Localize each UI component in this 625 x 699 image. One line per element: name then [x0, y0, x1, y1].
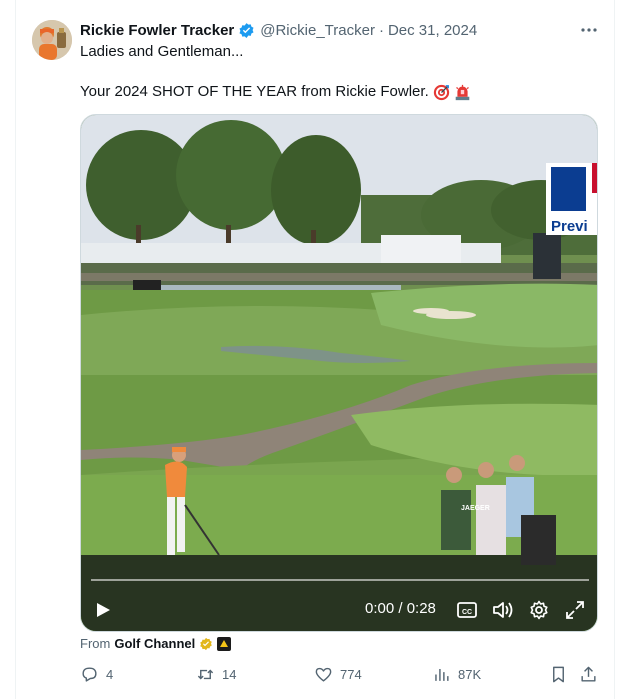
card-border-right — [614, 0, 615, 699]
source-prefix: From — [80, 636, 111, 651]
like-count: 774 — [340, 667, 362, 682]
siren-emoji-icon — [454, 84, 471, 101]
tweet-text-line-2-label: Your 2024 SHOT OF THE YEAR from Rickie F… — [80, 83, 429, 100]
reply-button[interactable]: 4 — [80, 665, 113, 684]
settings-button[interactable] — [527, 598, 551, 622]
fullscreen-button[interactable] — [563, 598, 587, 622]
share-icon — [581, 666, 596, 682]
share-button[interactable] — [579, 665, 605, 684]
header-separator: · — [378, 21, 384, 39]
video-source: From Golf Channel — [80, 636, 232, 651]
bookmark-icon — [553, 666, 564, 683]
tweet-text-line-1: Ladies and Gentleman... — [80, 43, 244, 60]
play-button[interactable] — [91, 598, 115, 622]
analytics-icon — [435, 668, 449, 681]
video-time: 0:00 / 0:28 — [365, 600, 436, 617]
author-name[interactable]: Rickie Fowler Tracker — [80, 22, 234, 39]
captions-icon: CC — [457, 602, 477, 618]
reply-count: 4 — [106, 667, 114, 682]
reply-icon — [82, 667, 97, 682]
bookmark-button[interactable] — [549, 665, 575, 684]
heart-icon — [315, 667, 332, 682]
volume-icon — [493, 602, 513, 618]
tweet-actions: 4 14 774 87K — [0, 665, 625, 687]
card-border-left — [15, 0, 16, 699]
verified-badge-icon — [238, 22, 255, 39]
gold-verified-badge-icon — [199, 637, 213, 651]
tweet-text-line-2: Your 2024 SHOT OF THE YEAR from Rickie F… — [80, 82, 471, 102]
more-dots-icon — [581, 28, 597, 32]
tweet-header: Rickie Fowler Tracker @Rickie_Tracker · … — [80, 20, 477, 40]
captions-button[interactable]: CC — [455, 599, 479, 621]
target-emoji-icon — [433, 84, 450, 101]
caddie-bib-label: JAEGER — [461, 505, 490, 512]
affiliate-logo-icon — [217, 636, 232, 651]
avatar[interactable] — [32, 20, 72, 60]
views-button[interactable]: 87K — [432, 665, 481, 684]
more-options-button[interactable] — [578, 20, 600, 40]
video-progress-bar[interactable] — [91, 579, 589, 581]
source-name[interactable]: Golf Channel — [114, 636, 195, 651]
fullscreen-icon — [566, 601, 584, 619]
retweet-count: 14 — [222, 667, 237, 682]
author-handle[interactable]: @Rickie_Tracker — [260, 22, 375, 39]
video-overlay-text: Previ — [551, 218, 588, 235]
gear-icon — [530, 600, 548, 620]
video-frame — [81, 115, 597, 631]
retweet-button[interactable]: 14 — [196, 665, 236, 684]
volume-button[interactable] — [491, 598, 515, 622]
retweet-icon — [197, 669, 214, 680]
view-count: 87K — [458, 667, 482, 682]
avatar-image — [32, 20, 72, 60]
like-button[interactable]: 774 — [314, 665, 362, 684]
svg-text:CC: CC — [462, 609, 472, 616]
tweet-date[interactable]: Dec 31, 2024 — [388, 22, 477, 39]
play-icon — [97, 603, 110, 617]
video-player[interactable]: Previ JAEGER 0:00 / 0:28 CC — [80, 114, 598, 632]
